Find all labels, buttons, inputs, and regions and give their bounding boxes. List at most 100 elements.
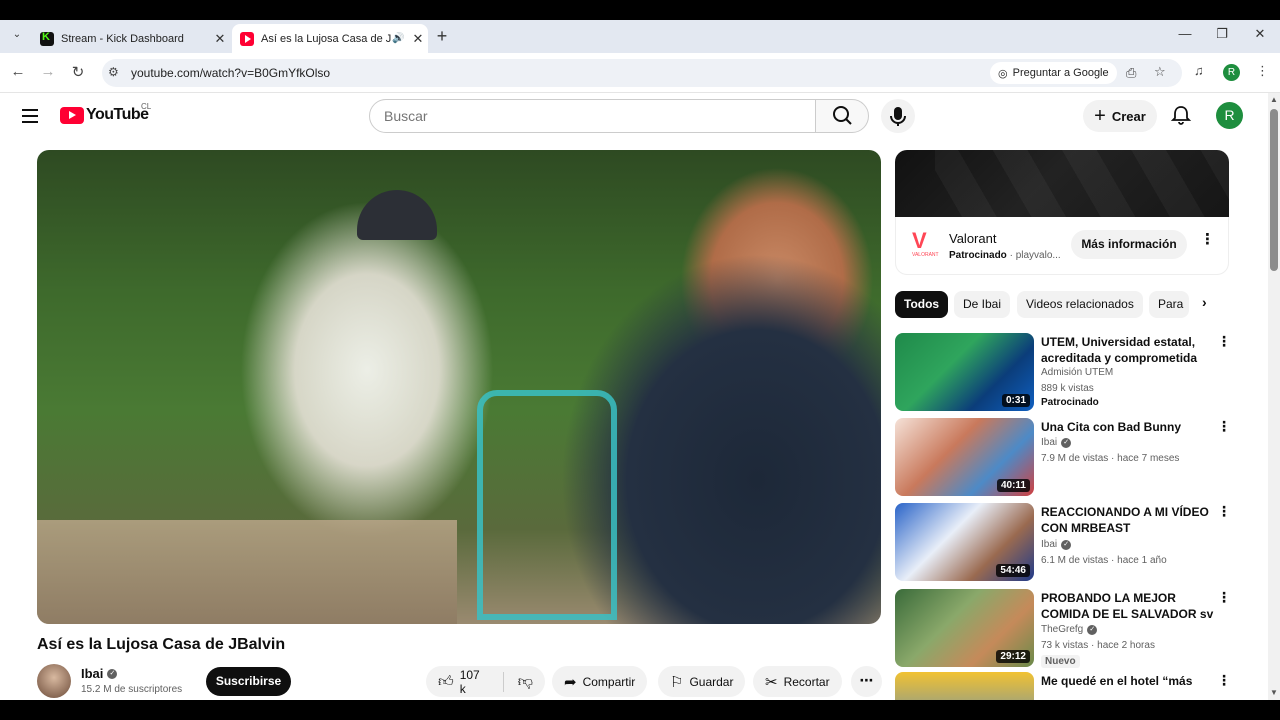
rec-channel[interactable]: Admisión UTEM — [1041, 367, 1113, 378]
address-bar[interactable]: ⚙ youtube.com/watch?v=B0GmYfkOlso ◎ Preg… — [102, 59, 1182, 87]
minimize-icon[interactable]: — — [1175, 26, 1195, 41]
list-item[interactable]: 29:12 PROBANDO LA MEJOR COMIDA DE EL SAL… — [895, 589, 1235, 669]
tab-search-dropdown-icon[interactable]: ⌄ — [8, 26, 26, 44]
more-options-icon[interactable]: ⋮ — [1217, 672, 1231, 689]
ad-domain: playvalo... — [1015, 250, 1061, 261]
install-app-icon[interactable]: ⎙ — [1126, 65, 1136, 81]
chip-para[interactable]: Para — [1149, 291, 1189, 318]
video-thumbnail[interactable]: 29:12 — [895, 589, 1034, 667]
rec-title[interactable]: PROBANDO LA MEJOR COMIDA DE EL SALVADOR … — [1041, 590, 1219, 622]
video-title: Así es la Lujosa Casa de JBalvin — [37, 636, 286, 653]
more-options-icon[interactable]: ⋮ — [1217, 589, 1231, 606]
close-tab-icon[interactable]: ✕ — [408, 31, 428, 47]
voice-search-button[interactable] — [881, 99, 915, 133]
subscribe-button[interactable]: Suscribirse — [206, 667, 291, 696]
channel-name-link[interactable]: Ibai ✓ — [81, 666, 118, 681]
account-avatar[interactable]: R — [1216, 102, 1243, 129]
scrollbar-thumb[interactable] — [1270, 109, 1278, 271]
ad-sponsored-line: Patrocinado · playvalo... — [949, 250, 1061, 261]
page-scrollbar[interactable]: ▲ ▼ — [1268, 93, 1280, 700]
verified-icon: ✓ — [1087, 624, 1098, 635]
scissors-icon: ✂ — [765, 673, 778, 691]
ad-banner-image[interactable] — [895, 150, 1229, 217]
browser-menu-icon[interactable]: ⋮ — [1256, 63, 1269, 79]
chip-todos[interactable]: Todos — [895, 291, 949, 318]
ask-google-button[interactable]: ◎ Preguntar a Google — [990, 62, 1117, 84]
ad-card[interactable]: V VALORANT Valorant Patrocinado · playva… — [895, 217, 1229, 275]
audio-playing-icon[interactable]: 🔊 — [392, 33, 408, 44]
channel-avatar[interactable] — [37, 664, 71, 698]
youtube-wordmark: YouTube — [86, 106, 149, 123]
tab-title: Así es la Lujosa Casa de JBa — [261, 32, 392, 45]
share-button[interactable]: ➦ Compartir — [552, 666, 648, 697]
more-options-icon[interactable]: ⋮ — [1217, 333, 1231, 350]
youtube-page: YouTube CL Buscar + Crear R Así es la Lu… — [0, 93, 1268, 700]
valorant-logo: V VALORANT — [912, 228, 939, 259]
dislike-icon[interactable]: 👎︎ — [518, 673, 533, 691]
create-button[interactable]: + Crear — [1083, 100, 1157, 132]
plus-icon: + — [1094, 105, 1106, 127]
video-thumbnail[interactable]: 40:11 — [895, 418, 1034, 496]
like-icon[interactable]: 👍︎ — [438, 673, 454, 691]
save-button[interactable]: ⚐ Guardar — [658, 666, 746, 697]
list-item[interactable]: 40:11 Una Cita con Bad Bunny Ibai ✓ 7.9 M… — [895, 418, 1235, 498]
like-count[interactable]: 107 k — [460, 668, 489, 696]
clip-button[interactable]: ✂ Recortar — [753, 666, 842, 697]
new-tab-icon[interactable]: + — [432, 26, 452, 47]
chevron-right-icon[interactable]: › — [1202, 294, 1207, 310]
rec-channel[interactable]: Ibai ✓ — [1041, 539, 1072, 550]
menu-icon[interactable] — [22, 109, 38, 123]
rec-title[interactable]: Una Cita con Bad Bunny — [1041, 419, 1219, 435]
chip-de-ibai[interactable]: De Ibai — [954, 291, 1011, 318]
rec-meta: 7.9 M de vistas · hace 7 meses — [1041, 453, 1180, 464]
more-options-icon[interactable]: ⋮ — [1217, 418, 1231, 435]
browser-toolbar: ← → ↻ ⚙ youtube.com/watch?v=B0GmYfkOlso … — [0, 53, 1280, 93]
site-info-icon[interactable]: ⚙ — [108, 65, 119, 79]
browser-profile-avatar[interactable]: R — [1223, 64, 1240, 81]
sponsored-badge: Patrocinado — [1041, 397, 1099, 408]
more-actions-button[interactable]: ⋯ — [851, 666, 882, 697]
back-icon[interactable]: ← — [8, 63, 28, 80]
scroll-down-icon[interactable]: ▼ — [1270, 688, 1278, 697]
bookmark-star-icon[interactable]: ☆ — [1154, 64, 1166, 80]
scroll-up-icon[interactable]: ▲ — [1270, 95, 1278, 104]
clip-label: Recortar — [783, 674, 830, 689]
url-text[interactable]: youtube.com/watch?v=B0GmYfkOlso — [131, 66, 330, 80]
country-code: CL — [141, 102, 152, 111]
media-controls-icon[interactable]: ♫ — [1194, 63, 1204, 78]
youtube-logo[interactable]: YouTube CL — [60, 102, 151, 124]
ad-menu-icon[interactable]: ⋮ — [1200, 230, 1215, 248]
video-thumbnail[interactable] — [895, 672, 1034, 700]
rec-channel[interactable]: TheGrefg ✓ — [1041, 624, 1098, 635]
youtube-icon — [240, 31, 254, 46]
search-input[interactable]: Buscar — [369, 99, 816, 133]
close-tab-icon[interactable]: ✕ — [210, 31, 230, 47]
duration-badge: 40:11 — [996, 479, 1030, 492]
close-window-icon[interactable]: ✕ — [1250, 26, 1270, 42]
restore-icon[interactable]: ❐ — [1212, 26, 1232, 42]
reload-icon[interactable]: ↻ — [68, 63, 88, 81]
tab-title: Stream - Kick Dashboard — [61, 32, 184, 45]
list-item[interactable]: 0:31 UTEM, Universidad estatal, acredita… — [895, 333, 1235, 413]
search-button[interactable] — [815, 99, 869, 133]
share-icon: ➦ — [564, 673, 577, 691]
rec-meta: 889 k vistas — [1041, 383, 1094, 394]
video-thumbnail[interactable]: 54:46 — [895, 503, 1034, 581]
forward-icon[interactable]: → — [38, 63, 58, 80]
rec-channel[interactable]: Ibai ✓ — [1041, 437, 1072, 448]
rec-title[interactable]: REACCIONANDO A MI VÍDEO CON MRBEAST — [1041, 504, 1219, 536]
list-item[interactable]: 54:46 REACCIONANDO A MI VÍDEO CON MRBEAS… — [895, 503, 1235, 583]
more-options-icon[interactable]: ⋮ — [1217, 503, 1231, 520]
chip-videos-relacionados[interactable]: Videos relacionados — [1017, 291, 1143, 318]
notifications-bell-icon[interactable] — [1170, 104, 1192, 126]
ad-more-info-button[interactable]: Más información — [1071, 230, 1187, 259]
rec-title[interactable]: Me quedé en el hotel “más — [1041, 673, 1219, 689]
browser-tab-youtube[interactable]: Así es la Lujosa Casa de JBa 🔊 ✕ — [232, 24, 428, 53]
rec-title[interactable]: UTEM, Universidad estatal, acreditada y … — [1041, 334, 1219, 368]
video-thumbnail[interactable]: 0:31 — [895, 333, 1034, 411]
share-label: Compartir — [582, 674, 636, 689]
video-player[interactable] — [37, 150, 881, 624]
browser-tab-kick[interactable]: Stream - Kick Dashboard ✕ — [30, 24, 230, 53]
list-item[interactable]: Me quedé en el hotel “más ⋮ — [895, 672, 1235, 700]
ad-name: Valorant — [949, 231, 997, 246]
